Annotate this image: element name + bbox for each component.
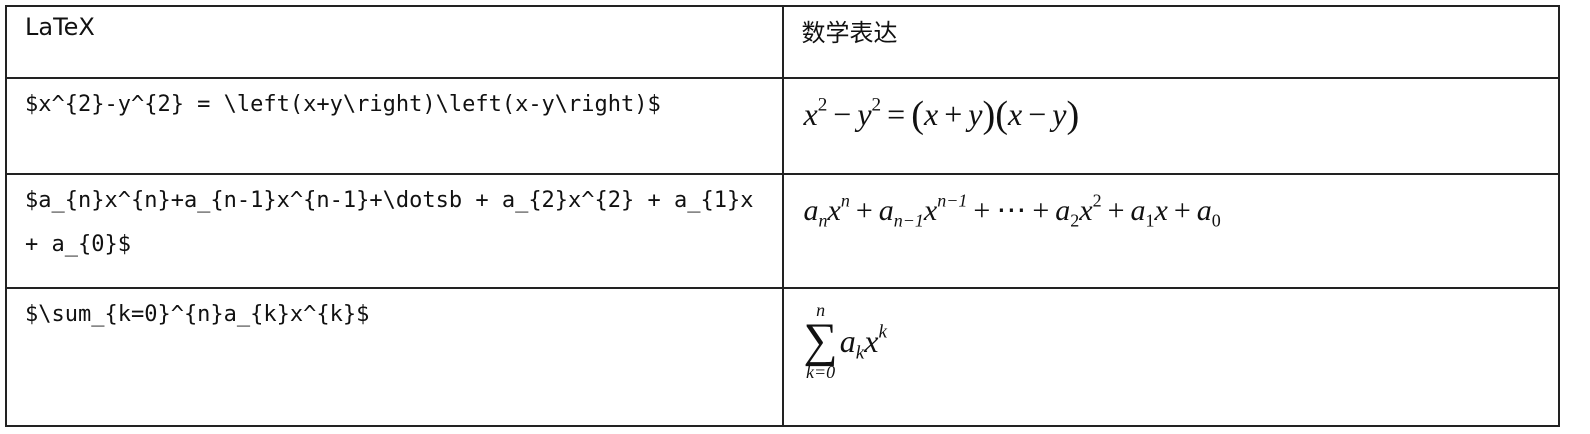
latex-code-cell: $\sum_{k=0}^{n}a_{k}x^{k}$	[5, 287, 784, 427]
header-row: LaTeX 数学表达	[5, 5, 1560, 79]
math-render-cell: n ∑ k=0 akxk	[781, 287, 1560, 427]
table-row: $x^{2}-y^{2} = \left(x+y\right)\left(x-y…	[5, 77, 1560, 175]
rendered-formula: anxn + an−1xn−1 + ⋯ + a2x2 + a1x + a0	[803, 190, 1221, 231]
summation-symbol: n ∑ k=0	[803, 300, 838, 382]
latex-comparison-table: LaTeX 数学表达 $x^{2}-y^{2} = \left(x+y\righ…	[5, 5, 1560, 427]
latex-code-cell: $x^{2}-y^{2} = \left(x+y\right)\left(x-y…	[5, 77, 784, 175]
latex-code-cell: $a_{n}x^{n}+a_{n-1}x^{n-1}+\dotsb + a_{2…	[5, 173, 784, 289]
table-row: $a_{n}x^{n}+a_{n-1}x^{n-1}+\dotsb + a_{2…	[5, 173, 1560, 289]
rendered-formula: n ∑ k=0 akxk	[803, 300, 887, 382]
table-row: $\sum_{k=0}^{n}a_{k}x^{k}$ n ∑ k=0 akxk	[5, 287, 1560, 427]
math-render-cell: anxn + an−1xn−1 + ⋯ + a2x2 + a1x + a0	[781, 173, 1560, 289]
header-latex: LaTeX	[5, 5, 784, 79]
header-math: 数学表达	[781, 5, 1560, 79]
math-render-cell: x2− y2 = (x + y)(x − y)	[781, 77, 1560, 175]
rendered-formula: x2− y2 = (x + y)(x − y)	[803, 94, 1080, 136]
